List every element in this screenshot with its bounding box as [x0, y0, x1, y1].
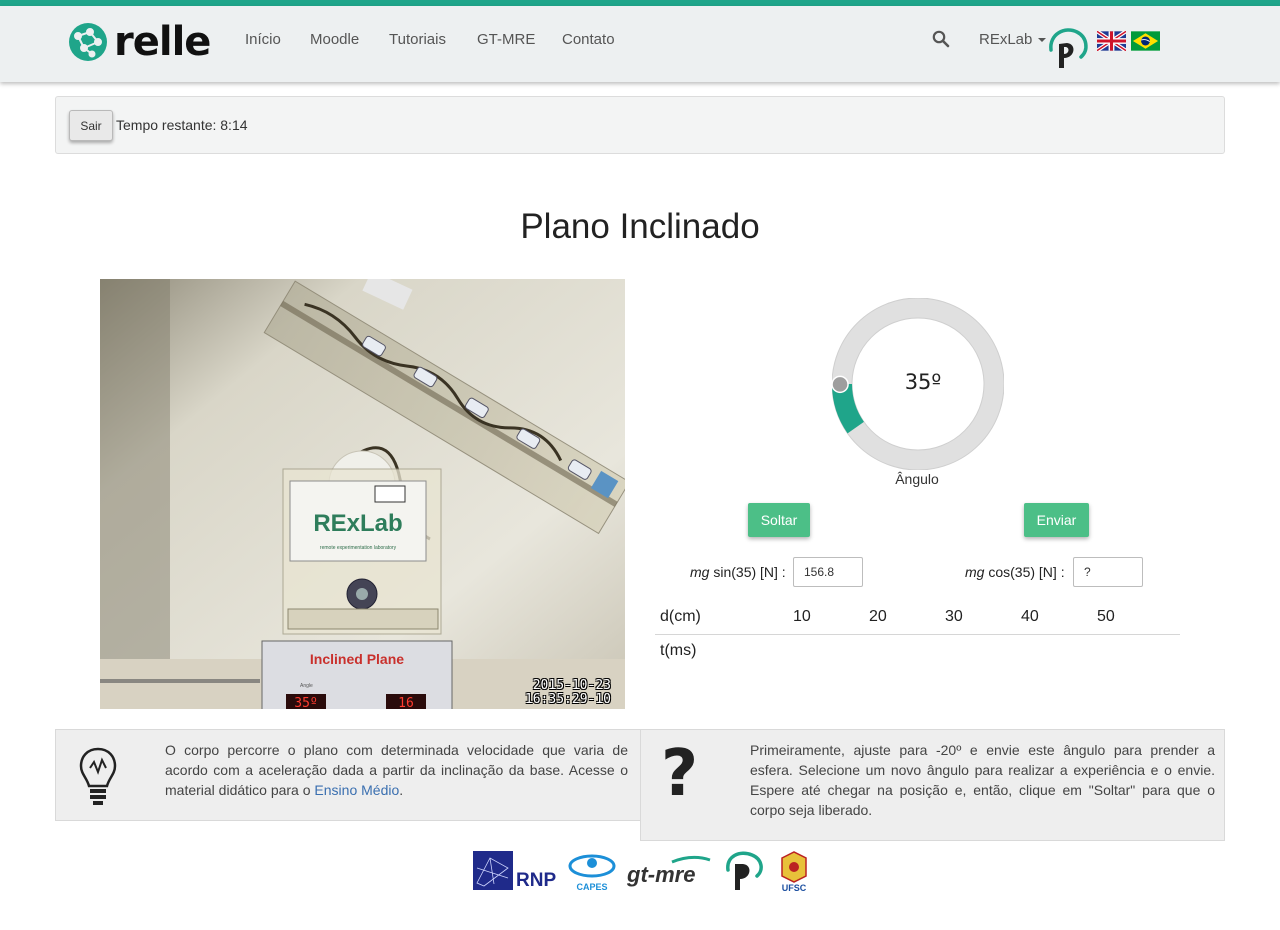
sin-force-mg: mg: [690, 564, 710, 580]
release-button[interactable]: Soltar: [748, 503, 810, 537]
angle-value: 35º: [904, 370, 942, 394]
time-header: t(ms): [660, 642, 697, 660]
camera-timestamp-date: 2015-10-23: [532, 678, 611, 693]
nav-link-moodle[interactable]: Moodle: [310, 31, 359, 48]
cos-force-label-text: cos(35) [N] :: [984, 564, 1065, 580]
rnp-label: RNP: [516, 870, 556, 891]
partner-logos: RNP CAPES gt-mre UFSC: [472, 848, 812, 894]
nav-link-gt-mre[interactable]: GT-MRE: [477, 31, 535, 48]
capes-label: CAPES: [576, 882, 607, 892]
distance-cell: 40: [1021, 600, 1097, 635]
help-icon: ?: [661, 737, 699, 811]
sin-force-label: mg sin(35) [N] :: [690, 564, 786, 580]
cos-force-label: mg cos(35) [N] :: [965, 564, 1065, 580]
camera-base-label: Inclined Plane: [310, 651, 404, 667]
time-cell: [1021, 634, 1097, 668]
camera-image: RExLab remote experimentation laboratory…: [100, 279, 625, 709]
relle-logo[interactable]: relle: [68, 19, 211, 65]
navbar: relle Início Moodle Tutoriais GT-MRE Con…: [0, 6, 1280, 82]
brand-name: relle: [114, 19, 211, 65]
rexlab-logo-icon[interactable]: [1045, 24, 1091, 72]
gt-mre-logo[interactable]: gt-mre: [626, 855, 711, 887]
brazil-flag-icon[interactable]: [1131, 31, 1160, 51]
camera-panel-subtitle: remote experimentation laboratory: [320, 545, 397, 551]
camera-timestamp-time: 16:35:29-10: [524, 692, 611, 707]
camera-base-time-display: 16: [398, 696, 414, 709]
camera-base-angle-display: 35º: [294, 696, 317, 709]
distance-header: d(cm): [655, 600, 793, 635]
nav-link-inicio[interactable]: Início: [245, 31, 281, 48]
nav-link-tutoriais[interactable]: Tutoriais: [389, 31, 446, 48]
distance-cell: 20: [869, 600, 945, 635]
rexlab-footer-logo[interactable]: [726, 851, 763, 890]
time-row: t(ms): [655, 634, 1180, 668]
search-icon[interactable]: [932, 30, 950, 48]
time-cell: [945, 634, 1021, 668]
distance-cell: 30: [945, 600, 1021, 635]
angle-label: Ângulo: [895, 471, 939, 487]
distance-cell: 10: [793, 600, 869, 635]
camera-base-angle-label: Angle: [300, 683, 313, 689]
send-button[interactable]: Enviar: [1024, 503, 1089, 537]
time-cell: [793, 634, 869, 668]
relle-network-icon: [69, 23, 107, 61]
time-remaining: Tempo restante: 8:14: [116, 117, 248, 133]
ufsc-logo[interactable]: UFSC: [781, 851, 807, 893]
measurement-table: d(cm) 10 20 30 40 50 t(ms): [655, 600, 1180, 668]
ensino-medio-link[interactable]: Ensino Médio: [314, 782, 399, 798]
exit-button[interactable]: Sair: [69, 110, 113, 141]
rnp-logo[interactable]: RNP: [473, 851, 556, 891]
info-box-description: O corpo percorre o plano com determinada…: [55, 729, 641, 821]
info-box-instructions: ? Primeiramente, ajuste para -20º e envi…: [640, 729, 1225, 841]
time-cell: [869, 634, 945, 668]
camera-feed: RExLab remote experimentation laboratory…: [100, 279, 625, 709]
cos-force-mg: mg: [965, 564, 985, 580]
camera-timestamp: 2015-10-23 16:35:29-10: [525, 679, 611, 707]
ufsc-label: UFSC: [782, 883, 807, 893]
time-cell: [1097, 634, 1180, 668]
distance-row: d(cm) 10 20 30 40 50: [655, 600, 1180, 635]
info-instructions-text: Primeiramente, ajuste para -20º e envie …: [750, 742, 1215, 818]
user-menu[interactable]: RExLab: [979, 31, 1047, 48]
distance-cell: 50: [1097, 600, 1180, 635]
user-menu-label: RExLab: [979, 31, 1033, 48]
capes-logo[interactable]: CAPES: [568, 854, 616, 892]
cos-force-input[interactable]: [1073, 557, 1143, 587]
camera-panel-title: RExLab: [313, 510, 402, 537]
nav-link-contato[interactable]: Contato: [562, 31, 615, 48]
partner-logos-strip: RNP CAPES gt-mre UFSC: [473, 851, 807, 893]
session-timer-panel: Sair Tempo restante: 8:14: [55, 96, 1225, 154]
info-description-tail: .: [399, 782, 404, 798]
info-description-text: O corpo percorre o plano com determinada…: [165, 740, 628, 800]
sin-force-label-text: sin(35) [N] :: [709, 564, 786, 580]
sin-force-input[interactable]: [793, 557, 863, 587]
gt-mre-label: gt-mre: [626, 862, 695, 887]
page-title: Plano Inclinado: [520, 207, 760, 246]
lightbulb-icon: [79, 747, 117, 805]
uk-flag-icon[interactable]: [1097, 31, 1126, 51]
